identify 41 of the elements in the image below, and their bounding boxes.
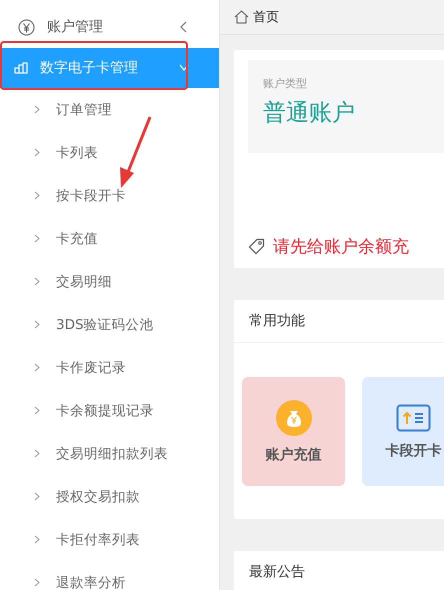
chart-icon	[14, 62, 28, 74]
chevron-right-icon	[34, 320, 40, 329]
chevron-right-icon	[34, 277, 40, 286]
account-type-label: 账户类型	[263, 76, 308, 91]
submenu-item[interactable]: 卡列表	[0, 131, 219, 174]
chevron-right-icon	[34, 234, 40, 243]
chevron-right-icon	[34, 449, 40, 458]
chevron-right-icon	[34, 535, 40, 544]
money-bag-icon	[276, 400, 312, 436]
card-title: 最新公告	[234, 551, 444, 590]
submenu-item[interactable]: 退款率分析	[0, 561, 219, 590]
sidebar-item[interactable]: 账户管理	[0, 6, 219, 48]
shortcut-tile[interactable]: 账户充值	[242, 377, 345, 486]
chevron-right-icon	[34, 148, 40, 157]
breadcrumb-link[interactable]: 首页	[253, 8, 279, 26]
submenu-item[interactable]: 交易明细扣款列表	[0, 432, 219, 475]
chevron-right-icon	[34, 492, 40, 501]
tag-icon	[248, 238, 265, 255]
submenu-item[interactable]: 卡充值	[0, 217, 219, 260]
submenu-item[interactable]: 按卡段开卡	[0, 174, 219, 217]
submenu-item[interactable]: 授权交易扣款	[0, 475, 219, 518]
chevron-right-icon	[34, 406, 40, 415]
submenu-item[interactable]: 卡作废记录	[0, 346, 219, 389]
submenu-item[interactable]: 3DS验证码公池	[0, 303, 219, 346]
recharge-notice: 请先给账户余额充	[273, 236, 409, 258]
home-icon	[234, 10, 249, 24]
shortcut-tile[interactable]: 卡段开卡	[362, 377, 444, 486]
chevron-right-icon	[34, 578, 40, 587]
submenu-item[interactable]: 卡拒付率列表	[0, 518, 219, 561]
chevron-left-icon	[179, 21, 189, 33]
submenu-item[interactable]: 交易明细	[0, 260, 219, 303]
submenu-item[interactable]: 卡余额提现记录	[0, 389, 219, 432]
chevron-right-icon	[34, 191, 40, 200]
submenu-item[interactable]: 订单管理	[0, 88, 219, 131]
yen-icon	[18, 18, 35, 36]
account-type-value: 普通账户	[263, 99, 356, 128]
annotation-arrow	[120, 116, 152, 188]
card-title: 常用功能	[234, 300, 444, 343]
chevron-right-icon	[34, 363, 40, 372]
chevron-right-icon	[34, 105, 40, 114]
card-icon	[396, 404, 431, 432]
